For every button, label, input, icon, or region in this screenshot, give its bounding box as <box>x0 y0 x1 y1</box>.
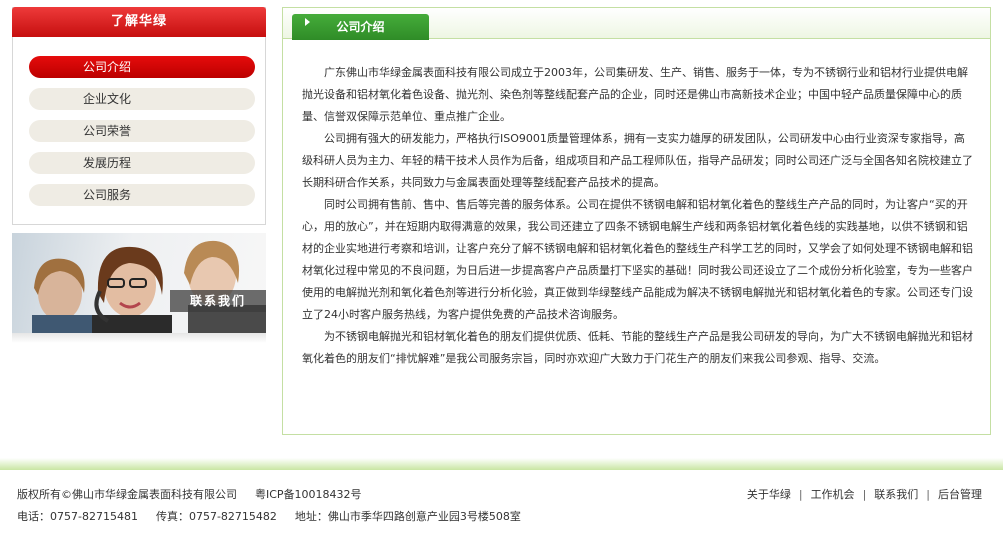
banner-shadow <box>12 333 266 343</box>
footer-contact-line: 电话：0757-82715481 传真：0757-82715482 地址：佛山市季华… <box>17 508 521 524</box>
intro-paragraph: 同时公司拥有售前、售中、售后等完善的服务体系。公司在提供不锈钢电解和铝材氧化着色… <box>302 198 973 321</box>
arrow-right-icon <box>305 18 310 26</box>
sidebar-item-company-intro[interactable]: 公司介绍 <box>29 56 255 78</box>
footer: 版权所有©佛山市华绿金属表面科技有限公司 粤ICP备10018432号 电话：07… <box>0 470 1003 535</box>
company-intro-text: 广东佛山市华绿金属表面科技有限公司成立于2003年，公司集研发、生产、销售、服务… <box>302 62 974 370</box>
phone-text: 电话：0757-82715481 <box>17 510 138 523</box>
sidebar-item-corporate-culture[interactable]: 企业文化 <box>29 88 255 110</box>
sidebar-item-company-honors[interactable]: 公司荣誉 <box>29 120 255 142</box>
sidebar-item-history[interactable]: 发展历程 <box>29 152 255 174</box>
main-title: 公司介绍 <box>336 20 385 34</box>
copyright-text: 版权所有©佛山市华绿金属表面科技有限公司 <box>17 488 237 501</box>
sidebar-nav: 公司介绍 企业文化 公司荣誉 发展历程 公司服务 <box>29 56 255 216</box>
icp-number[interactable]: 粤ICP备10018432号 <box>255 488 362 501</box>
contact-us-label[interactable]: 联系我们 <box>170 290 266 312</box>
customer-service-photo <box>32 240 266 333</box>
footer-links: 关于华绿 | 工作机会 | 联系我们 | 后台管理 <box>746 488 982 501</box>
main-panel: 公司介绍 广东佛山市华绿金属表面科技有限公司成立于2003年，公司集研发、生产、… <box>282 7 991 435</box>
footer-link-about[interactable]: 关于华绿 <box>747 488 791 501</box>
footer-divider <box>0 458 1003 470</box>
tab-company-intro: 公司介绍 <box>292 14 429 40</box>
sidebar: 了解华绿 公司介绍 企业文化 公司荣誉 发展历程 公司服务 联系我们 <box>12 7 266 343</box>
main-header-bar: 公司介绍 <box>283 8 990 40</box>
footer-link-admin[interactable]: 后台管理 <box>938 488 982 501</box>
sidebar-title: 了解华绿 <box>12 7 266 37</box>
intro-paragraph: 公司拥有强大的研发能力，严格执行ISO9001质量管理体系，拥有一支实力雄厚的研… <box>302 132 973 189</box>
intro-paragraph: 广东佛山市华绿金属表面科技有限公司成立于2003年，公司集研发、生产、销售、服务… <box>302 66 968 123</box>
footer-link-contact[interactable]: 联系我们 <box>874 488 918 501</box>
footer-copyright-line: 版权所有©佛山市华绿金属表面科技有限公司 粤ICP备10018432号 <box>17 486 362 502</box>
contact-us-banner[interactable]: 联系我们 <box>12 233 266 333</box>
intro-paragraph: 为不锈钢电解抛光和铝材氧化着色的朋友们提供优质、低耗、节能的整线生产产品是我公司… <box>302 330 973 365</box>
about-menu-box: 了解华绿 公司介绍 企业文化 公司荣誉 发展历程 公司服务 <box>12 7 266 225</box>
sidebar-item-company-service[interactable]: 公司服务 <box>29 184 255 206</box>
footer-link-jobs[interactable]: 工作机会 <box>811 488 855 501</box>
address-text: 地址：佛山市季华四路创意产业园3号楼508室 <box>294 510 521 523</box>
fax-text: 传真：0757-82715482 <box>155 510 277 523</box>
